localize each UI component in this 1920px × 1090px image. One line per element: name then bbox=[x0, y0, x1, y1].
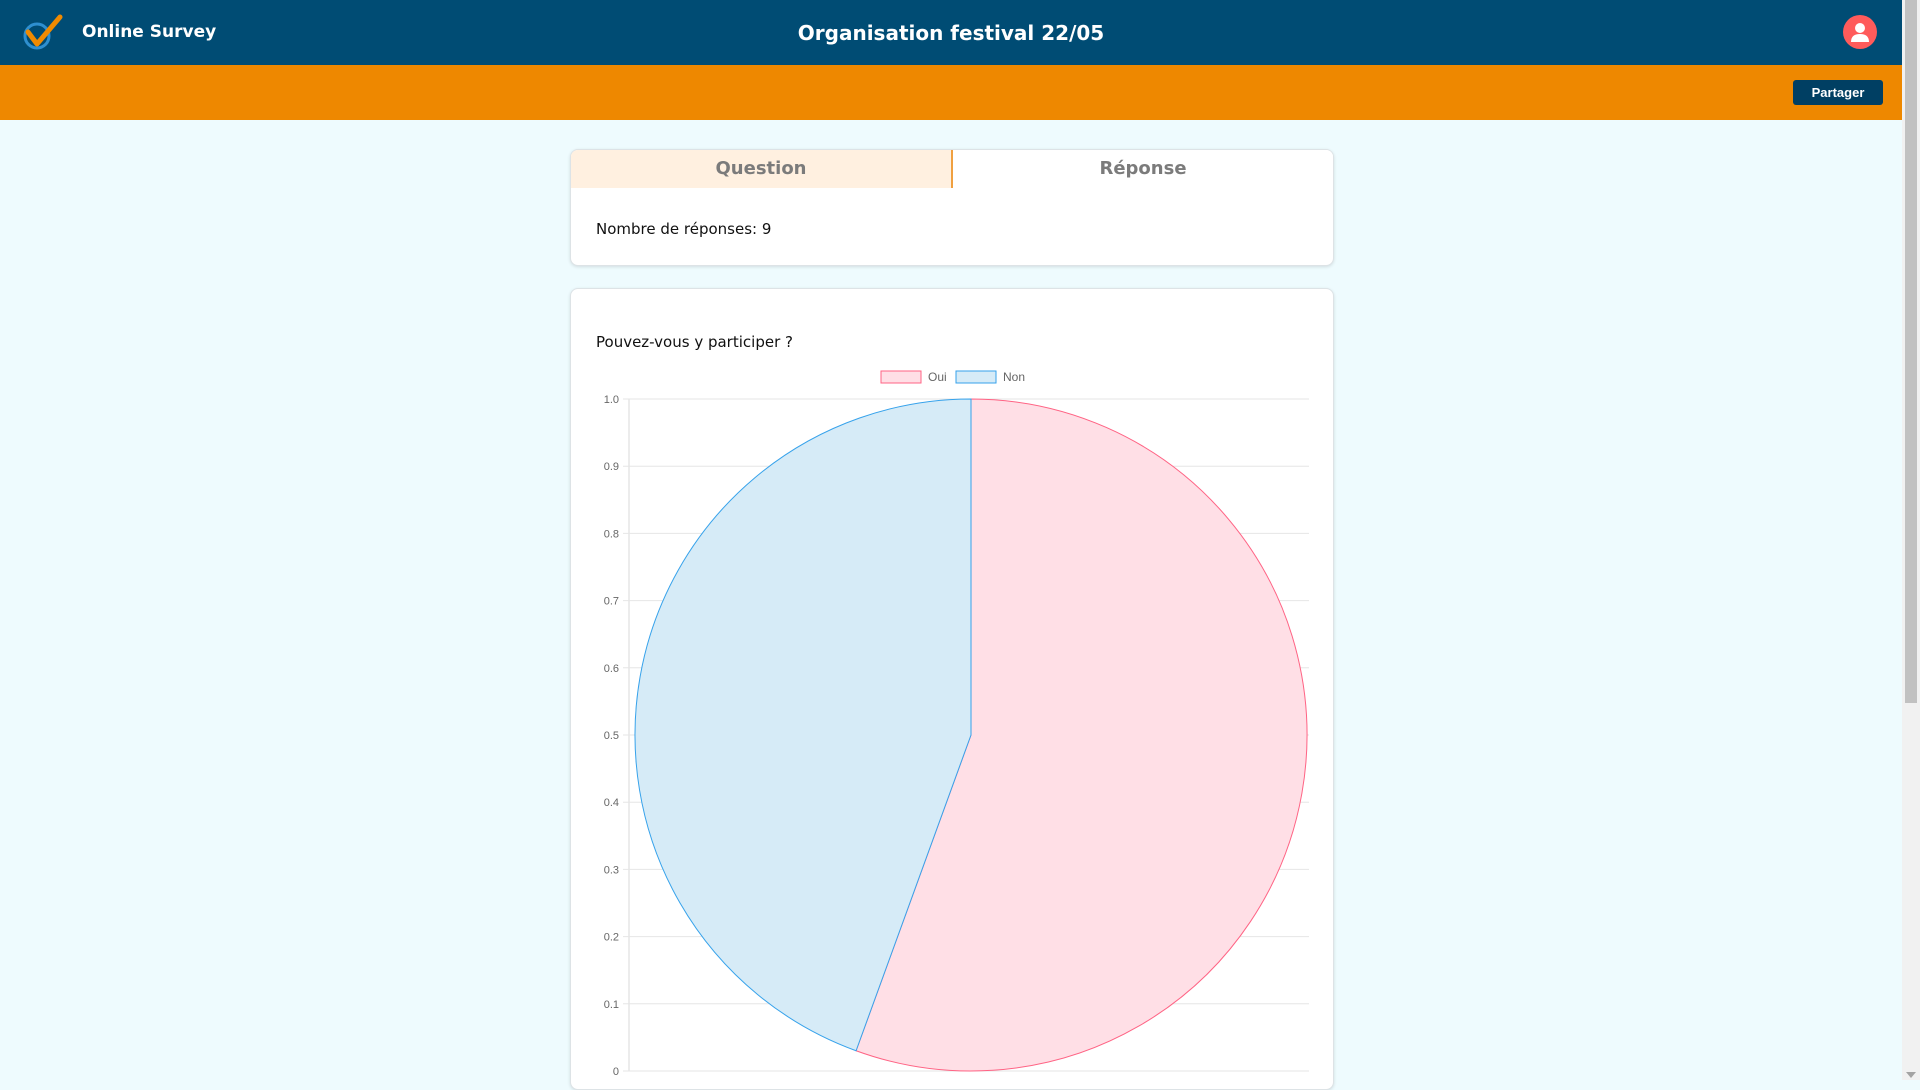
vertical-scrollbar[interactable] bbox=[1902, 0, 1920, 1080]
tab-response[interactable]: Réponse bbox=[953, 150, 1333, 188]
share-button[interactable]: Partager bbox=[1793, 80, 1883, 105]
y-tick-label: 0.4 bbox=[604, 797, 619, 809]
response-count: Nombre de réponses: 9 bbox=[596, 220, 772, 238]
y-tick-label: 0.8 bbox=[604, 528, 619, 540]
y-tick-label: 0.1 bbox=[604, 999, 619, 1011]
scrollbar-thumb[interactable] bbox=[1905, 0, 1917, 703]
scroll-down-arrow-icon[interactable] bbox=[1906, 1072, 1916, 1078]
legend-swatch bbox=[955, 370, 997, 384]
y-tick-label: 0.9 bbox=[604, 461, 619, 473]
y-tick-label: 0.5 bbox=[604, 730, 619, 742]
pie-chart: 0 0.1 0.2 0.3 0.4 0.5 0.6 0.7 0.8 0.9 1.0 Oui Non bbox=[604, 370, 1309, 1078]
y-tick-label: 0.7 bbox=[604, 596, 619, 608]
y-tick-label: 0.6 bbox=[604, 663, 619, 675]
legend-swatch bbox=[880, 370, 922, 384]
user-avatar-icon[interactable] bbox=[1843, 15, 1877, 49]
y-tick-label: 0.3 bbox=[604, 864, 619, 876]
top-header: Online Survey Organisation festival 22/0… bbox=[0, 0, 1902, 65]
y-tick-label: 1.0 bbox=[604, 394, 619, 406]
tab-question[interactable]: Question bbox=[571, 150, 953, 188]
page-title: Organisation festival 22/05 bbox=[797, 21, 1105, 45]
y-tick-label: 0.2 bbox=[604, 932, 619, 944]
question-chart-card: Pouvez-vous y participer ? 0 0.1 0.2 0.3 0.4… bbox=[570, 288, 1334, 1090]
y-tick-label: 0 bbox=[613, 1066, 619, 1078]
legend-label: Non bbox=[1003, 370, 1025, 384]
action-bar bbox=[0, 65, 1902, 120]
legend-label: Oui bbox=[928, 370, 947, 384]
response-summary-card: Question Réponse Nombre de réponses: 9 bbox=[570, 149, 1334, 266]
